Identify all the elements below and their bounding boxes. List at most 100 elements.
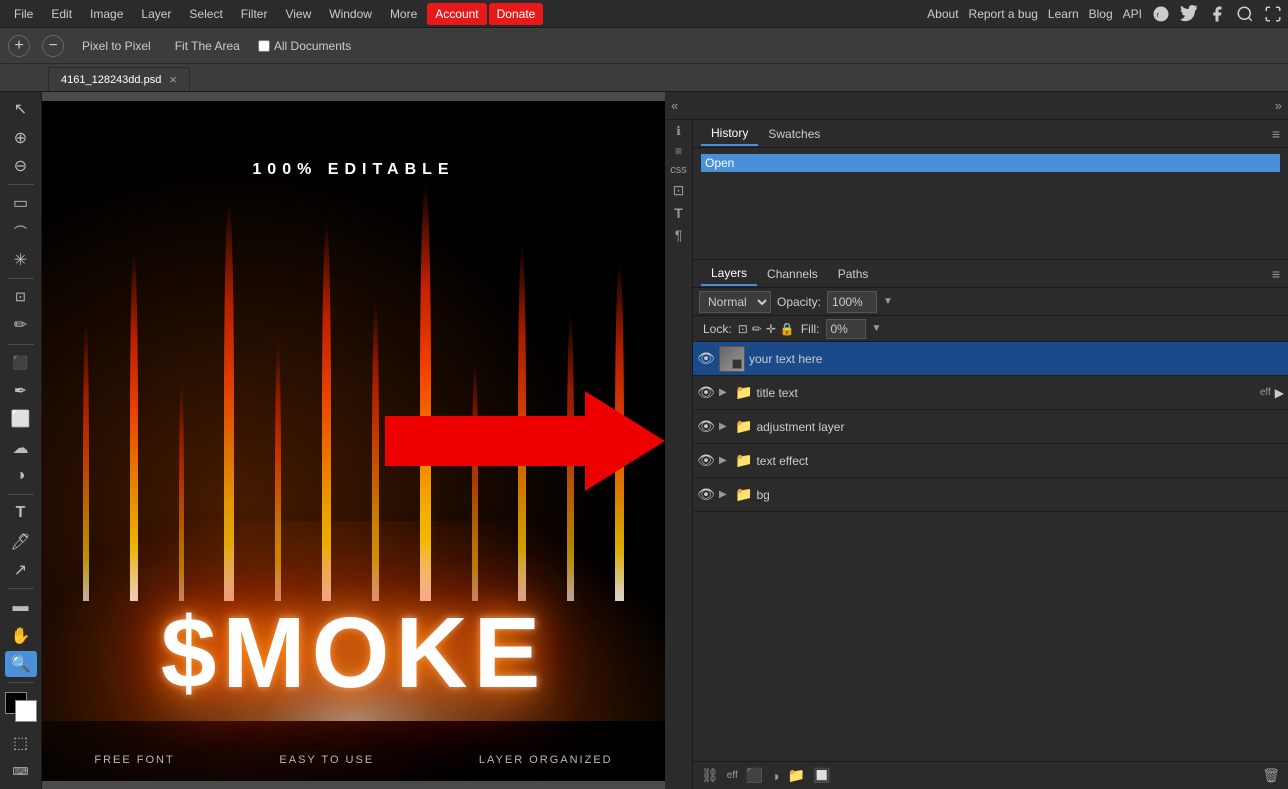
opacity-arrow[interactable]: ▼ xyxy=(883,296,893,307)
menu-layer[interactable]: Layer xyxy=(133,3,179,25)
tool-smudge[interactable]: ☁ xyxy=(5,435,37,461)
layer-expand-bg[interactable]: ▶ xyxy=(719,489,731,500)
layer-visibility-title-text[interactable]: 👁 xyxy=(697,384,715,401)
all-documents-checkbox[interactable] xyxy=(258,40,270,52)
tool-lasso[interactable]: ⌒ xyxy=(5,218,37,244)
link-layers-icon[interactable]: ⛓ xyxy=(701,767,719,784)
tool-eyedropper[interactable]: ✏ xyxy=(5,312,37,338)
menu-window[interactable]: Window xyxy=(321,3,380,25)
properties-icon[interactable]: ≡ xyxy=(668,144,690,158)
tool-eraser[interactable]: ⬜ xyxy=(5,406,37,432)
image-icon[interactable]: ⊡ xyxy=(668,182,690,199)
tool-rectangle[interactable]: ▬ xyxy=(5,594,37,620)
twitter-icon[interactable] xyxy=(1180,5,1198,23)
tool-hand[interactable]: ✋ xyxy=(5,623,37,649)
tool-wand[interactable]: ✳ xyxy=(5,247,37,273)
tool-marquee[interactable]: ▭ xyxy=(5,190,37,216)
tool-zoom-out[interactable]: ⊖ xyxy=(5,153,37,179)
fill-arrow[interactable]: ▼ xyxy=(872,323,882,334)
layer-visibility-text-effect[interactable]: 👁 xyxy=(697,452,715,469)
reddit-icon[interactable]: r xyxy=(1152,5,1170,23)
lock-pixels-icon[interactable]: ⊡ xyxy=(738,322,748,336)
tool-dodge[interactable]: ◑ xyxy=(5,463,37,489)
zoom-out-button[interactable]: − xyxy=(42,35,64,57)
tool-select-move[interactable]: ↖ xyxy=(5,96,37,122)
collapse-left-icon[interactable]: « xyxy=(671,98,678,113)
layer-expand-adjustment[interactable]: ▶ xyxy=(719,421,731,432)
fullscreen-icon[interactable] xyxy=(1264,5,1282,23)
menu-learn[interactable]: Learn xyxy=(1048,7,1079,21)
layer-row-adjustment[interactable]: 👁 ▶ 📁 adjustment layer xyxy=(693,410,1288,444)
menu-select[interactable]: Select xyxy=(181,3,230,25)
all-documents-label[interactable]: All Documents xyxy=(258,39,351,53)
fill-value[interactable]: 0% xyxy=(826,319,866,339)
layer-visibility-adjustment[interactable]: 👁 xyxy=(697,418,715,435)
zoom-in-button[interactable]: + xyxy=(8,35,30,57)
menu-api[interactable]: API xyxy=(1123,7,1142,21)
pixel-to-pixel-button[interactable]: Pixel to Pixel xyxy=(76,36,157,56)
menu-edit[interactable]: Edit xyxy=(43,3,80,25)
lock-position-icon[interactable]: ✏ xyxy=(752,322,762,336)
layers-panel-menu[interactable]: ≡ xyxy=(1272,266,1280,282)
history-item-open[interactable]: Open xyxy=(701,154,1280,172)
menu-about[interactable]: About xyxy=(927,7,958,21)
layer-row-bg[interactable]: 👁 ▶ 📁 bg xyxy=(693,478,1288,512)
tool-crop[interactable]: ⊡ xyxy=(5,284,37,310)
menu-more[interactable]: More xyxy=(382,3,425,25)
tool-pen[interactable]: 🖊 xyxy=(5,529,37,555)
tab-history[interactable]: History xyxy=(701,122,758,146)
layer-row-your-text-here[interactable]: 👁 your text here xyxy=(693,342,1288,376)
adjustment-layer-icon[interactable]: ◑ xyxy=(771,768,779,784)
tool-brush[interactable]: ✒ xyxy=(5,378,37,404)
menu-report-bug[interactable]: Report a bug xyxy=(969,7,1038,21)
info-icon[interactable]: ℹ xyxy=(668,124,690,138)
document-tab[interactable]: 4161_128243dd.psd × xyxy=(48,67,190,91)
text-tool-icon[interactable]: T xyxy=(668,205,690,221)
tool-text[interactable]: T xyxy=(5,500,37,526)
blend-mode-select[interactable]: Normal Multiply Screen Overlay xyxy=(699,291,771,313)
history-panel-menu[interactable]: ≡ xyxy=(1272,126,1280,142)
layer-row-title-text[interactable]: 👁 ▶ 📁 title text eff ▶ xyxy=(693,376,1288,410)
new-group-icon[interactable]: 📁 xyxy=(788,767,805,784)
collapse-right-icon[interactable]: » xyxy=(1275,98,1282,113)
menu-account[interactable]: Account xyxy=(427,3,486,25)
facebook-icon[interactable] xyxy=(1208,5,1226,23)
new-layer-icon[interactable]: 🔲 xyxy=(813,767,830,784)
layer-expand-text-effect[interactable]: ▶ xyxy=(719,455,731,466)
css-icon[interactable]: css xyxy=(668,164,690,176)
tool-zoom-in[interactable]: ⊕ xyxy=(5,124,37,150)
menu-view[interactable]: View xyxy=(277,3,319,25)
layer-eff-title-text[interactable]: eff xyxy=(1260,387,1271,398)
layer-folder-bg: 📁 xyxy=(735,486,752,503)
layer-mask-icon[interactable]: ⬛ xyxy=(746,767,763,784)
tab-swatches[interactable]: Swatches xyxy=(758,123,830,145)
tool-zoom[interactable]: 🔍 xyxy=(5,651,37,677)
tool-keyboard[interactable]: ⌨ xyxy=(5,759,37,785)
fit-area-button[interactable]: Fit The Area xyxy=(169,36,246,56)
layer-arrow-title-text[interactable]: ▶ xyxy=(1275,386,1284,400)
layer-visibility-your-text[interactable]: 👁 xyxy=(697,350,715,367)
lock-artboard-icon[interactable]: ✛ xyxy=(766,322,776,336)
lock-all-icon[interactable]: 🔒 xyxy=(780,322,795,336)
delete-layer-icon[interactable]: 🗑 xyxy=(1262,767,1280,784)
search-icon[interactable] xyxy=(1236,5,1254,23)
menu-blog[interactable]: Blog xyxy=(1089,7,1113,21)
tab-close-button[interactable]: × xyxy=(169,72,177,87)
menu-filter[interactable]: Filter xyxy=(233,3,276,25)
tab-channels[interactable]: Channels xyxy=(757,263,828,285)
layer-row-text-effect[interactable]: 👁 ▶ 📁 text effect xyxy=(693,444,1288,478)
menu-file[interactable]: File xyxy=(6,3,41,25)
tool-paint-bucket[interactable]: ⬛ xyxy=(5,350,37,376)
menu-image[interactable]: Image xyxy=(82,3,131,25)
tool-path-select[interactable]: ↗ xyxy=(5,557,37,583)
menu-donate[interactable]: Donate xyxy=(489,3,544,25)
paragraph-icon[interactable]: ¶ xyxy=(668,227,690,243)
layer-expand-title-text[interactable]: ▶ xyxy=(719,387,731,398)
tab-layers[interactable]: Layers xyxy=(701,262,757,286)
opacity-value[interactable]: 100% xyxy=(827,291,877,313)
tab-paths[interactable]: Paths xyxy=(828,263,879,285)
layer-visibility-bg[interactable]: 👁 xyxy=(697,486,715,503)
background-color[interactable] xyxy=(15,700,37,722)
layer-effects-icon[interactable]: eff xyxy=(727,770,738,781)
tool-quick-mask[interactable]: ⬚ xyxy=(5,730,37,756)
